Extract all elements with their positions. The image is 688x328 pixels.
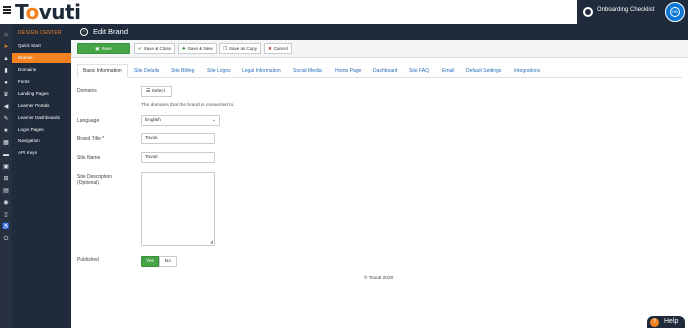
save-icon: ▣ xyxy=(95,46,100,51)
tab-default-settings[interactable]: Default Settings xyxy=(466,64,501,78)
help-button[interactable]: ? Help xyxy=(647,316,685,328)
power-icon[interactable]: ⏻ xyxy=(2,236,10,242)
avatar[interactable]: RB xyxy=(665,2,685,22)
footer-copyright: © Tovuti 2020 xyxy=(364,276,394,281)
table-icon[interactable]: ▤ xyxy=(2,188,10,194)
sidebar-item-domains[interactable]: Domains xyxy=(12,65,71,75)
rocket-icon[interactable]: ➤ xyxy=(2,44,10,50)
domains-select-button[interactable]: ☰ Select xyxy=(141,86,172,97)
cancel-button[interactable]: ✖ Cancel xyxy=(264,43,292,54)
site-description-label: Site Description (Optional) xyxy=(77,174,113,186)
tab-email[interactable]: Email xyxy=(442,64,455,78)
card-icon[interactable]: ▬ xyxy=(2,152,10,158)
app-logo[interactable]: Tovuti xyxy=(15,0,81,24)
sidebar-item-landing-pages[interactable]: Landing Pages xyxy=(12,89,71,99)
tab-site-faq[interactable]: Site FAQ xyxy=(409,64,429,78)
page-header: › Edit Brand xyxy=(71,24,688,40)
top-bar: Tovuti Onboarding Checklist RB xyxy=(0,0,688,24)
wrench-icon[interactable]: ✎ xyxy=(2,116,10,122)
tab-integrations[interactable]: Integrations xyxy=(514,64,540,78)
sidebar-title: DESIGN CENTER xyxy=(18,30,62,36)
action-toolbar: ▣ Save ✔ Save & Close ✚ Save & New ❐ Save as… xyxy=(71,40,688,58)
image-icon[interactable]: ▣ xyxy=(2,164,10,170)
tab-site-billing[interactable]: Site Billing xyxy=(171,64,194,78)
brand-title-label: Brand Title * xyxy=(77,136,105,142)
page-title: Edit Brand xyxy=(93,27,129,36)
published-yes-button[interactable]: Yes xyxy=(141,256,159,267)
life-ring-icon[interactable] xyxy=(583,7,593,17)
language-label: Language xyxy=(77,118,100,124)
tab-site-logos[interactable]: Site Logos xyxy=(207,64,231,78)
tab-legal-information[interactable]: Legal Information xyxy=(242,64,281,78)
sidebar-item-learner-portals[interactable]: Learner Portals xyxy=(12,101,71,111)
site-name-input[interactable]: Tovuti xyxy=(141,152,215,163)
document-icon[interactable]: ▯ xyxy=(2,212,10,218)
users-icon[interactable]: ● xyxy=(2,80,10,86)
save-new-button[interactable]: ✚ Save & New xyxy=(178,43,217,54)
grid-icon[interactable]: ▦ xyxy=(2,140,10,146)
brand-title-input[interactable]: Tovuti xyxy=(141,133,215,144)
language-select[interactable]: English ⌄ xyxy=(141,115,220,126)
help-icon: ? xyxy=(650,318,659,327)
star-icon[interactable]: ★ xyxy=(2,128,10,134)
sidebar-item-login-pages[interactable]: Login Pages xyxy=(12,125,71,135)
site-description-textarea[interactable]: ◢ xyxy=(141,172,215,246)
chat-icon[interactable]: ◉ xyxy=(2,200,10,206)
icon-rail: ⌂ ➤ ▲ ▮ ● ♛ ◀ ✎ ★ ▦ ▬ ▣ ⊞ ▤ ◉ ▯ ♿ ⏻ xyxy=(0,24,12,328)
tab-social-media[interactable]: Social Media xyxy=(293,64,322,78)
copy-icon: ❐ xyxy=(223,46,228,51)
tab-site-details[interactable]: Site Details xyxy=(134,64,159,78)
close-icon: ✖ xyxy=(268,46,272,51)
cart-icon[interactable]: ⊞ xyxy=(2,176,10,182)
site-name-label: Site Name xyxy=(77,155,101,161)
domains-label: Domains xyxy=(77,88,97,94)
trophy-icon[interactable]: ♛ xyxy=(2,92,10,98)
graduation-cap-icon[interactable]: ▲ xyxy=(2,56,10,62)
tab-dashboard[interactable]: Dashboard xyxy=(373,64,397,78)
megaphone-icon[interactable]: ◀ xyxy=(2,104,10,110)
onboarding-panel: Onboarding Checklist RB xyxy=(577,0,688,24)
hamburger-menu-icon[interactable] xyxy=(3,6,11,14)
chevron-down-icon: ⌄ xyxy=(211,117,216,123)
save-close-button[interactable]: ✔ Save & Close xyxy=(134,43,176,54)
sidebar-item-quick-start[interactable]: Quick Start xyxy=(12,41,71,51)
resize-handle-icon[interactable]: ◢ xyxy=(210,239,213,244)
save-button[interactable]: ▣ Save xyxy=(77,43,130,54)
back-arrow-icon[interactable]: › xyxy=(80,28,88,36)
sidebar-item-fonts[interactable]: Fonts xyxy=(12,77,71,87)
save-as-copy-button[interactable]: ❐ Save as Copy xyxy=(219,43,262,54)
onboarding-checklist-link[interactable]: Onboarding Checklist xyxy=(597,7,654,13)
home-icon[interactable]: ⌂ xyxy=(2,32,10,38)
sidebar-item-learner-dashboards[interactable]: Learner Dashboards xyxy=(12,113,71,123)
tab-bar: Basic Information Site Details Site Bill… xyxy=(77,64,682,78)
sidebar-item-api-keys[interactable]: API Keys xyxy=(12,148,71,158)
published-label: Published xyxy=(77,257,99,263)
domains-help-text: The domains that the brand is connected … xyxy=(141,103,235,108)
plus-icon: ✚ xyxy=(182,46,186,51)
avatar-initials: RB xyxy=(670,7,680,17)
chart-icon[interactable]: ▮ xyxy=(2,68,10,74)
tab-home-page[interactable]: Home Page xyxy=(335,64,361,78)
sidebar: DESIGN CENTER Quick Start Brands Domains… xyxy=(12,24,71,328)
sidebar-item-navigation[interactable]: Navigation xyxy=(12,136,71,146)
accessibility-icon[interactable]: ♿ xyxy=(2,224,10,230)
app-root: Tovuti Onboarding Checklist RB ⌂ ➤ ▲ ▮ ●… xyxy=(0,0,688,328)
tab-basic-information[interactable]: Basic Information xyxy=(77,64,128,78)
sidebar-item-brands[interactable]: Brands xyxy=(12,53,71,63)
published-no-button[interactable]: No xyxy=(159,256,177,267)
check-icon: ✔ xyxy=(138,46,142,51)
